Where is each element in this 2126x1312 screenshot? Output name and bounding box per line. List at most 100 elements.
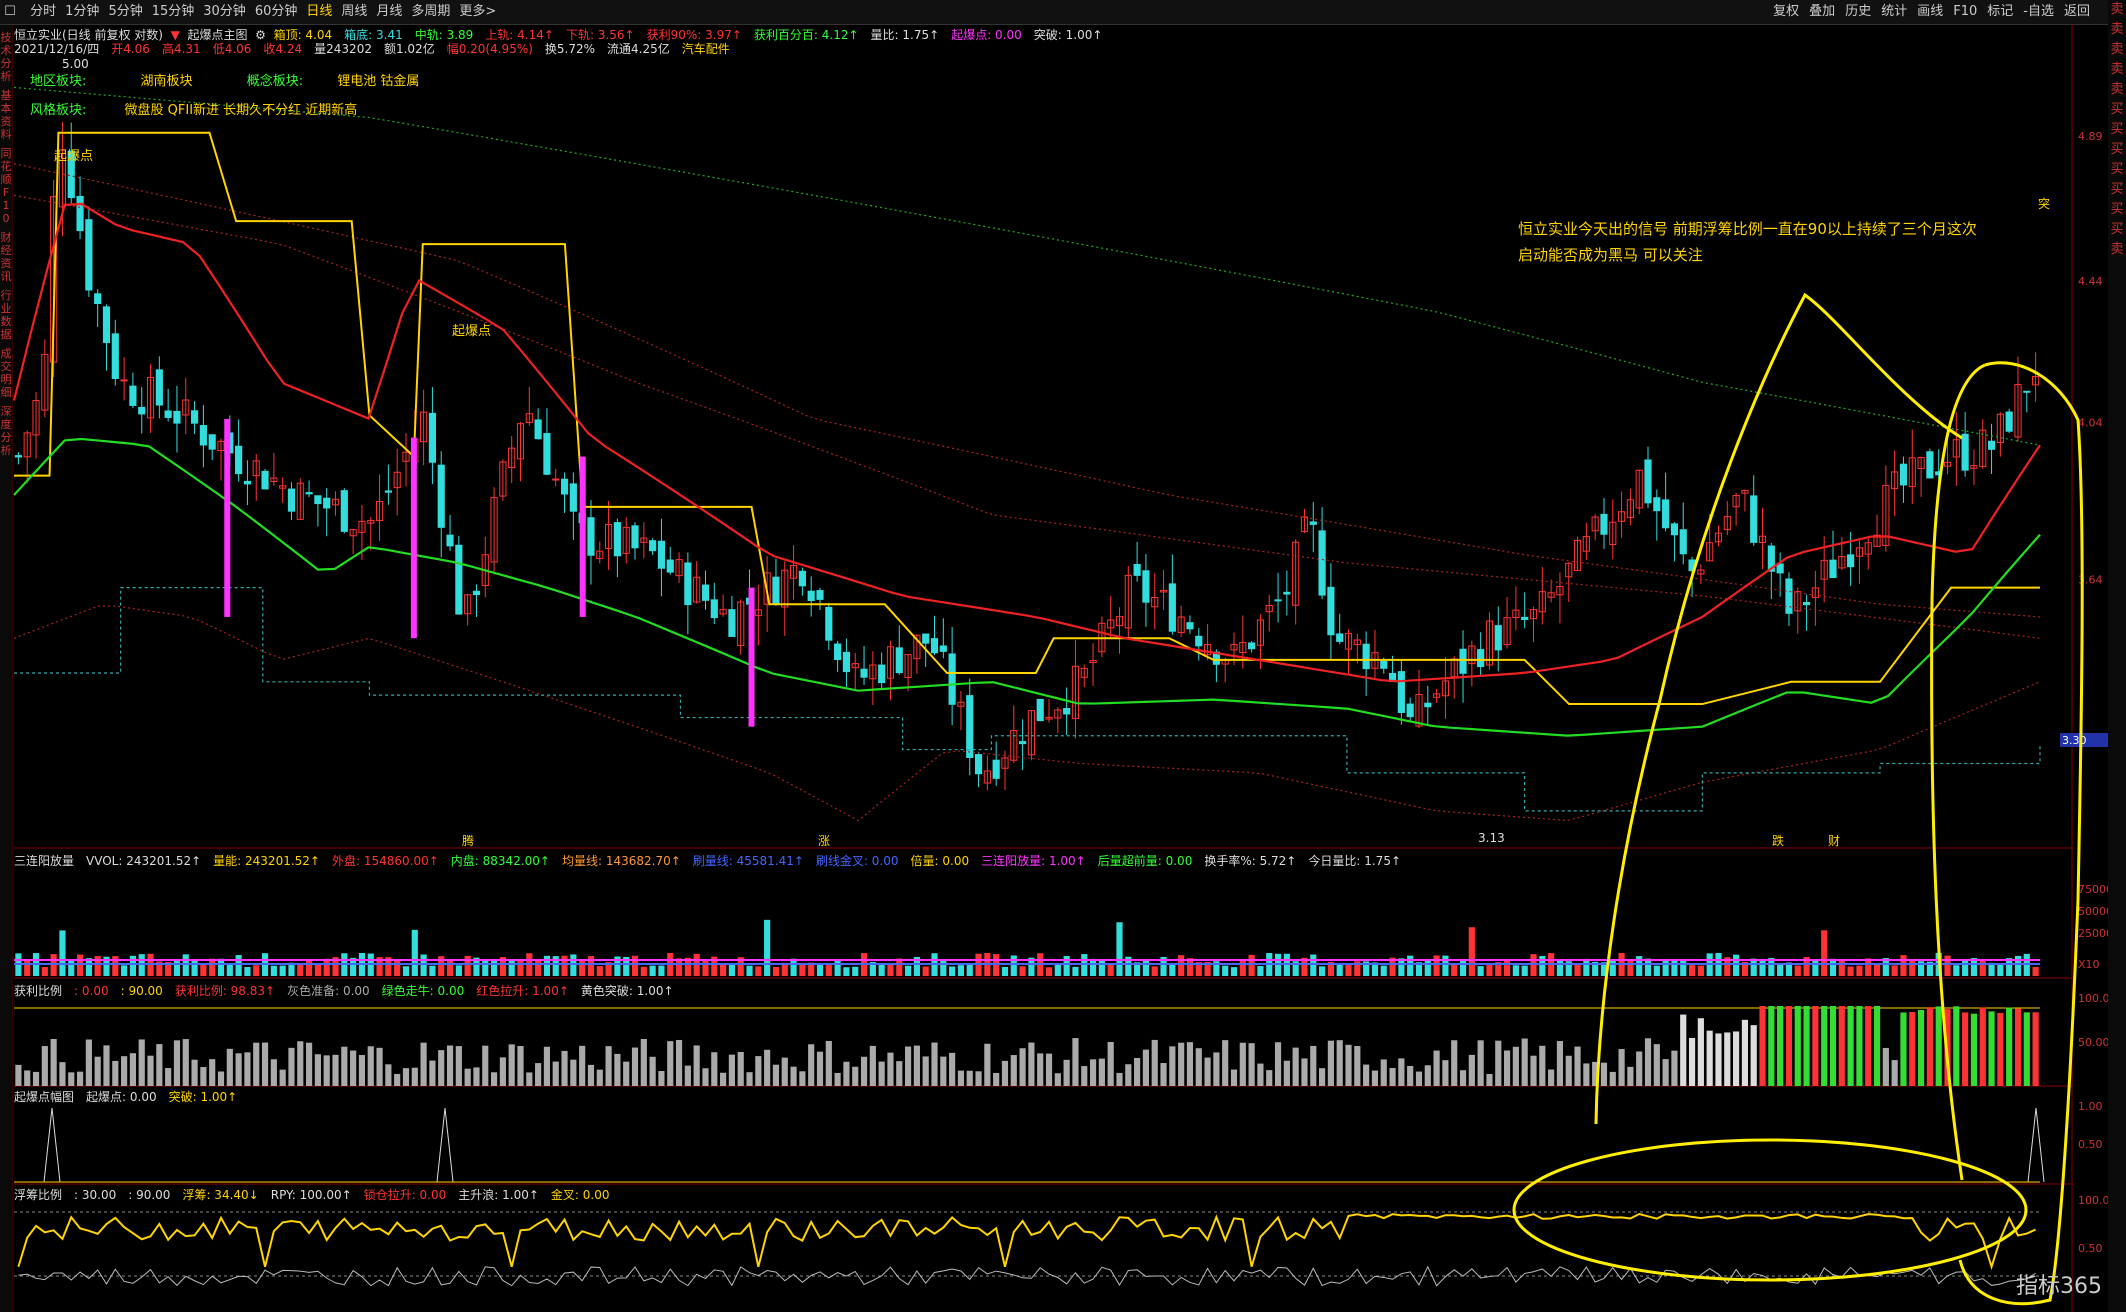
candle-body	[85, 219, 93, 291]
profit-bar	[2032, 1012, 2039, 1086]
volume-bar	[1310, 954, 1317, 976]
volume-bar	[816, 964, 824, 976]
profit-bar	[1266, 1070, 1273, 1086]
volume-bar	[1089, 958, 1097, 976]
candle-body	[1521, 616, 1529, 620]
volume-bar	[702, 959, 709, 976]
candle-body	[1926, 451, 1934, 479]
profit-bar	[640, 1038, 647, 1086]
volume-bar	[1486, 965, 1493, 976]
style-sector: 风格板块: 微盘股 QFII新进 长期久不分红 近期新高	[30, 103, 358, 118]
candle-body	[2005, 411, 2013, 432]
volume-bar	[922, 966, 929, 976]
profit-bar	[1724, 1032, 1731, 1086]
profit-bar	[1459, 1070, 1467, 1086]
profit-item-1: : 0.00	[74, 984, 109, 998]
profit-item-6: 红色拉升: 1.00↑	[476, 984, 569, 998]
volume-bar	[226, 963, 233, 976]
profit-bar	[1759, 1006, 1766, 1086]
candle-body	[1283, 591, 1291, 595]
candle-body	[560, 478, 569, 495]
volume-bar	[1380, 965, 1387, 976]
profit-bar	[1548, 1069, 1555, 1086]
volume-bar	[799, 963, 806, 976]
profit-bar	[1230, 1069, 1238, 1086]
profit-bar	[1574, 1046, 1581, 1086]
trade-button-3[interactable]: 卖	[2108, 60, 2126, 80]
profit-bar	[825, 1040, 832, 1086]
candle-body	[1195, 635, 1203, 647]
profit-bar	[561, 1050, 568, 1086]
trade-button-6[interactable]: 买	[2108, 120, 2126, 140]
profit-bar	[341, 1046, 348, 1086]
candle-body	[1899, 463, 1908, 486]
profit-bar	[966, 1070, 973, 1086]
candle-body	[1829, 559, 1837, 579]
trade-button-7[interactable]: 买	[2108, 140, 2126, 160]
volume-bar	[455, 965, 462, 976]
float-ratio-line	[17, 1212, 2037, 1271]
profit-bar	[420, 1042, 427, 1086]
candle-body	[816, 590, 824, 600]
qibao-spike	[436, 1107, 454, 1183]
volume-bar	[76, 954, 84, 976]
trade-button-10[interactable]: 买	[2108, 200, 2126, 220]
profit-bar	[350, 1050, 357, 1086]
volume-bar	[1653, 965, 1660, 976]
profit-bar	[675, 1039, 683, 1086]
profit-bar	[1865, 1006, 1872, 1086]
profit-bar	[781, 1057, 788, 1086]
profit-bar	[1248, 1043, 1255, 1086]
candle-body	[129, 385, 137, 406]
profit-bar	[226, 1048, 233, 1086]
tu-label: 突	[2038, 196, 2050, 211]
volume-bar	[896, 958, 903, 976]
trade-button-12[interactable]: 卖	[2108, 240, 2126, 260]
profit-bar	[508, 1044, 515, 1086]
qibao-panel-header: 起爆点幅图 起爆点: 0.00 突破: 1.00↑	[14, 1088, 249, 1105]
profit-bar	[50, 1038, 57, 1086]
trade-button-5[interactable]: 买	[2108, 100, 2126, 120]
profit-bar	[270, 1059, 277, 1086]
profit-bar	[112, 1060, 119, 1086]
profit-bar	[1521, 1038, 1528, 1086]
candle-body	[437, 464, 445, 528]
float-item-2: : 90.00	[128, 1188, 171, 1202]
volume-bar	[720, 964, 727, 976]
profit-bar	[1503, 1050, 1511, 1086]
trade-button-1[interactable]: 卖	[2108, 20, 2126, 40]
profit-bar	[1609, 1071, 1616, 1086]
profit-bar	[323, 1055, 330, 1086]
candle-body	[164, 410, 172, 418]
profit-bar	[860, 1056, 868, 1086]
volume-bar	[1662, 959, 1669, 976]
profit-bar	[138, 1039, 145, 1086]
trade-button-0[interactable]: 卖	[2108, 0, 2126, 20]
qibao-signal-bar	[224, 418, 231, 617]
candle-body	[1380, 660, 1388, 669]
volume-bar	[402, 966, 410, 976]
profit-bar	[764, 1049, 771, 1086]
vol-item-2: 量能: 243201.52↑	[213, 854, 320, 868]
volume-bar	[1574, 963, 1581, 976]
box-bottom-line	[14, 587, 2041, 812]
volume-bar	[957, 965, 965, 976]
trade-button-4[interactable]: 卖	[2108, 80, 2126, 100]
candle-body	[842, 651, 851, 673]
volume-bar	[1829, 958, 1837, 976]
trade-button-8[interactable]: 买	[2108, 160, 2126, 180]
stock-chart[interactable]: 4.894.444.043.643.273.305.003.13起爆点起爆点突腾…	[0, 0, 2108, 1312]
profit-bar	[15, 1064, 22, 1086]
candle-body	[1670, 523, 1679, 536]
volume-bar	[1873, 964, 1881, 976]
trade-button-11[interactable]: 买	[2108, 220, 2126, 240]
float-item-6: 主升浪: 1.00↑	[458, 1188, 539, 1202]
trade-button-2[interactable]: 卖	[2108, 40, 2126, 60]
volume-bar	[1503, 959, 1511, 976]
volume-bar	[446, 960, 454, 976]
profit-bar	[1363, 1064, 1370, 1086]
profit-bar	[367, 1046, 374, 1086]
profit-bar	[1829, 1006, 1837, 1086]
trade-button-9[interactable]: 买	[2108, 180, 2126, 200]
profit-bar	[1671, 1050, 1678, 1086]
